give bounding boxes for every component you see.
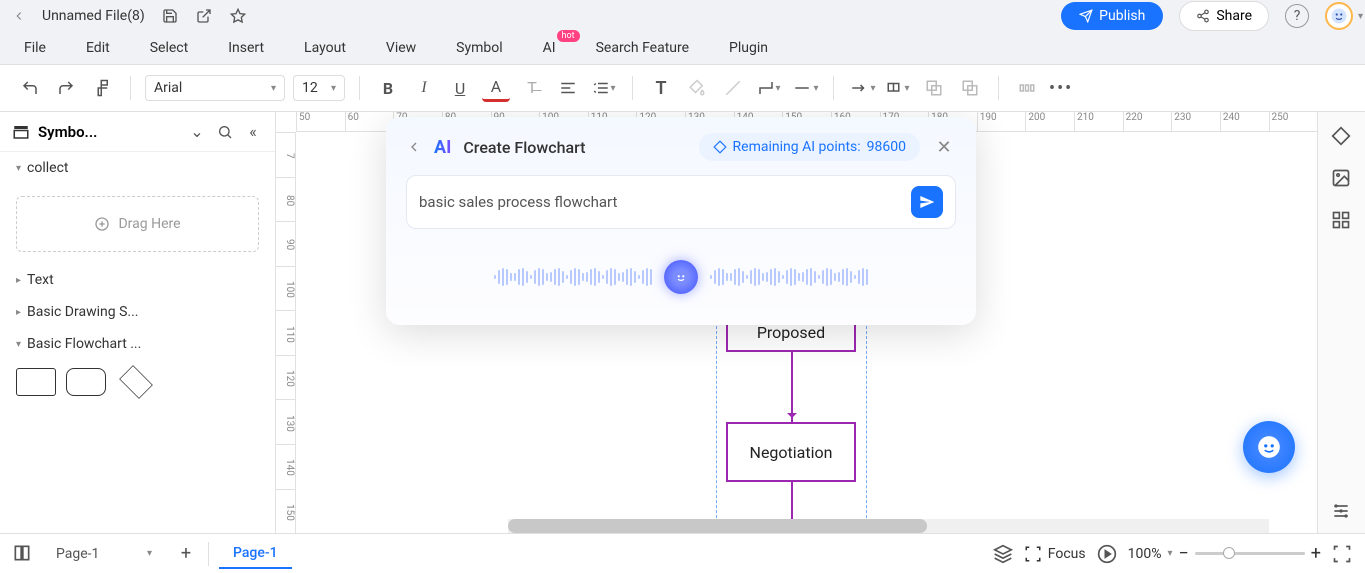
open-external-icon[interactable] — [195, 7, 213, 25]
ai-flowchart-panel: AI Create Flowchart Remaining AI points:… — [386, 117, 976, 325]
line-style-icon[interactable]: ▾ — [791, 74, 819, 102]
text-tool-icon[interactable]: T — [647, 74, 675, 102]
zoom-slider[interactable] — [1195, 552, 1305, 555]
search-icon[interactable] — [215, 124, 235, 140]
flowchart-connector[interactable] — [791, 352, 793, 422]
pages-icon[interactable] — [12, 543, 34, 565]
settings-list-icon[interactable] — [1331, 501, 1353, 523]
hot-badge: hot — [557, 30, 580, 42]
menu-edit[interactable]: Edit — [86, 40, 110, 56]
align-icon[interactable] — [554, 74, 582, 102]
collapse-panel-icon[interactable]: « — [243, 122, 263, 141]
theme-icon[interactable] — [1331, 126, 1353, 148]
back-icon[interactable] — [12, 9, 26, 23]
send-icon[interactable] — [911, 186, 943, 218]
bring-front-icon[interactable] — [920, 74, 948, 102]
shape-rounded-rect[interactable] — [66, 368, 106, 396]
close-icon[interactable]: ✕ — [932, 135, 956, 159]
chevron-down-icon[interactable]: ⌄ — [187, 122, 207, 141]
add-page-button[interactable]: + — [174, 542, 198, 566]
send-back-icon[interactable] — [956, 74, 984, 102]
flowchart-node-negotiation[interactable]: Negotiation — [726, 422, 856, 482]
ai-points-badge[interactable]: Remaining AI points: 98600 — [699, 133, 920, 161]
focus-button[interactable]: Focus — [1024, 545, 1086, 563]
ai-assistant-fab[interactable] — [1243, 421, 1295, 473]
page-tab[interactable]: Page-1 — [219, 539, 292, 569]
strikethrough-icon[interactable]: T̶ — [518, 74, 546, 102]
bold-icon[interactable]: B — [374, 74, 402, 102]
ai-panel-title: Create Flowchart — [463, 138, 585, 157]
ai-loading-wave — [406, 253, 956, 301]
line-color-icon[interactable] — [719, 74, 747, 102]
shape-rectangle[interactable] — [16, 368, 56, 396]
shape-palette — [0, 360, 275, 404]
share-button[interactable]: Share — [1179, 1, 1269, 31]
shape-style-icon[interactable]: ▾ — [884, 74, 912, 102]
library-icon — [12, 123, 30, 141]
font-size-select[interactable]: 12▾ — [293, 75, 345, 101]
menu-plugin[interactable]: Plugin — [729, 40, 768, 56]
redo-icon[interactable] — [52, 74, 80, 102]
section-text[interactable]: ▸Text — [0, 264, 275, 296]
panel-title: Symbo... — [38, 123, 179, 141]
ruler-vertical: 78090100110120130140150 — [276, 132, 296, 533]
save-icon[interactable] — [161, 7, 179, 25]
publish-label: Publish — [1099, 8, 1145, 24]
help-icon[interactable]: ? — [1285, 4, 1309, 28]
section-collect[interactable]: ▾collect — [0, 152, 275, 184]
line-spacing-icon[interactable]: ▾ — [590, 74, 618, 102]
ai-logo: AI — [434, 137, 451, 158]
ai-back-icon[interactable] — [406, 139, 422, 155]
distribute-icon[interactable] — [1013, 74, 1041, 102]
font-color-icon[interactable]: A — [482, 74, 510, 102]
section-basic-flowchart[interactable]: ▾Basic Flowchart ... — [0, 328, 275, 360]
fill-color-icon[interactable] — [683, 74, 711, 102]
grid-apps-icon[interactable] — [1331, 210, 1353, 232]
user-avatar[interactable]: ▾ — [1325, 2, 1353, 30]
file-name: Unnamed File(8) — [42, 8, 145, 24]
menu-search-feature[interactable]: Search Feature — [596, 40, 689, 56]
menu-view[interactable]: View — [386, 40, 416, 56]
publish-button[interactable]: Publish — [1061, 2, 1163, 30]
presentation-icon[interactable] — [1096, 543, 1118, 565]
menu-insert[interactable]: Insert — [228, 40, 264, 56]
font-select[interactable]: Arial▾ — [145, 75, 285, 101]
underline-icon[interactable]: U — [446, 74, 474, 102]
share-label: Share — [1216, 8, 1252, 24]
shape-diamond[interactable] — [116, 368, 156, 396]
insert-image-icon[interactable] — [1331, 168, 1353, 190]
page-select[interactable]: Page-1▾ — [44, 542, 164, 566]
zoom-out-button[interactable]: − — [1178, 543, 1188, 564]
zoom-in-button[interactable]: + — [1311, 543, 1321, 564]
arrow-style-icon[interactable]: ▾ — [848, 74, 876, 102]
horizontal-scrollbar[interactable] — [508, 519, 1269, 533]
menu-ai[interactable]: AIhot — [543, 40, 556, 56]
menu-layout[interactable]: Layout — [304, 40, 346, 56]
zoom-value[interactable]: 100% — [1128, 546, 1162, 562]
italic-icon[interactable]: I — [410, 74, 438, 102]
layers-icon[interactable] — [992, 543, 1014, 565]
ai-prompt-input[interactable] — [419, 193, 901, 211]
star-icon[interactable] — [229, 7, 247, 25]
more-icon[interactable]: ••• — [1049, 78, 1073, 99]
menu-symbol[interactable]: Symbol — [456, 40, 502, 56]
menu-file[interactable]: File — [24, 40, 46, 56]
connector-icon[interactable]: ▾ — [755, 74, 783, 102]
format-painter-icon[interactable] — [88, 74, 116, 102]
fullscreen-icon[interactable] — [1331, 543, 1353, 565]
section-basic-drawing[interactable]: ▸Basic Drawing S... — [0, 296, 275, 328]
undo-icon[interactable] — [16, 74, 44, 102]
drag-here-zone[interactable]: Drag Here — [16, 196, 259, 252]
menu-select[interactable]: Select — [150, 40, 188, 56]
